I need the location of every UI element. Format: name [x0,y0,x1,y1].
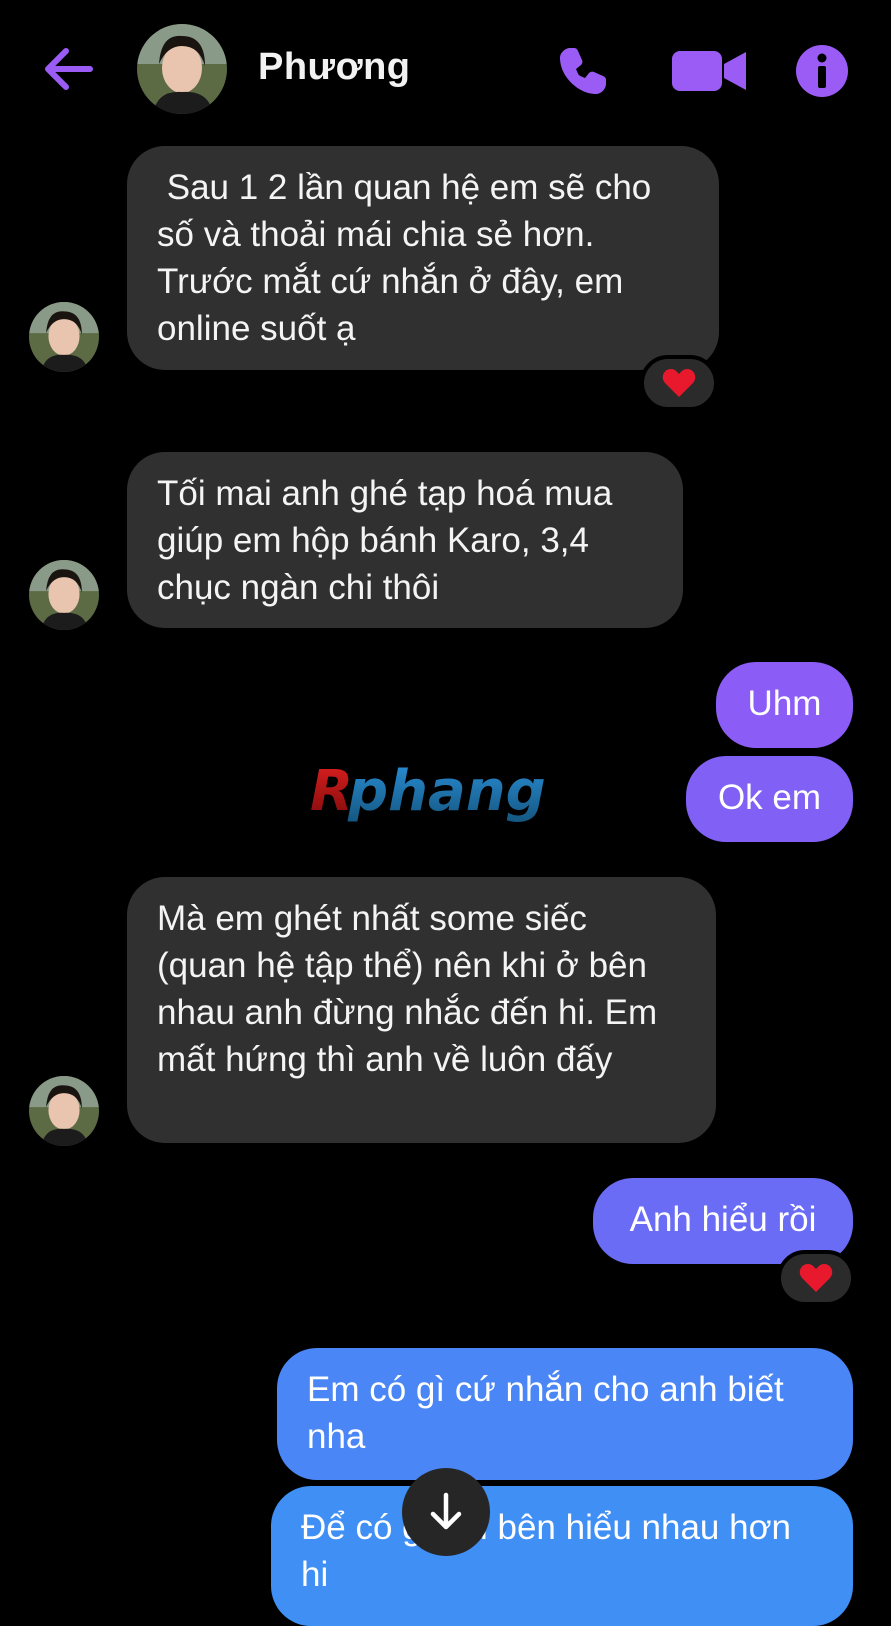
heart-icon [799,1264,833,1292]
contact-name: Phương [258,46,411,88]
outgoing-message[interactable]: Để có gì hai bên hiểu nhau hơn hi [271,1486,853,1626]
contact-avatar[interactable] [137,24,227,114]
outgoing-message[interactable]: Em có gì cứ nhắn cho anh biết nha [277,1348,853,1480]
contact-avatar-small[interactable] [29,302,99,372]
contact-avatar-small[interactable] [29,560,99,630]
video-camera-icon [672,51,746,91]
contact-avatar-small[interactable] [29,1076,99,1146]
heart-icon [662,369,696,397]
arrow-left-icon [45,48,93,90]
scroll-to-bottom-button[interactable] [402,1468,490,1556]
info-button[interactable] [795,44,849,98]
video-call-button[interactable] [672,48,748,94]
svg-text:R: R [310,759,353,824]
incoming-message[interactable]: Sau 1 2 lần quan hệ em sẽ cho số và thoả… [127,146,719,370]
back-button[interactable] [40,44,96,94]
chat-header: Phương [0,0,891,140]
call-button[interactable] [556,44,610,98]
incoming-message[interactable]: Mà em ghét nhất some siếc (quan hệ tập t… [127,877,716,1143]
message-reaction[interactable] [777,1250,855,1306]
arrow-down-icon [430,1492,462,1530]
outgoing-message[interactable]: Ok em [686,756,853,842]
incoming-message[interactable]: Tối mai anh ghé tạp hoá mua giúp em hộp … [127,452,683,628]
outgoing-message[interactable]: Uhm [716,662,853,748]
info-icon [796,45,848,97]
svg-text:phang: phang [347,759,546,824]
phone-icon [560,48,606,94]
watermark-logo: R phang [308,758,588,830]
message-reaction[interactable] [640,355,718,411]
